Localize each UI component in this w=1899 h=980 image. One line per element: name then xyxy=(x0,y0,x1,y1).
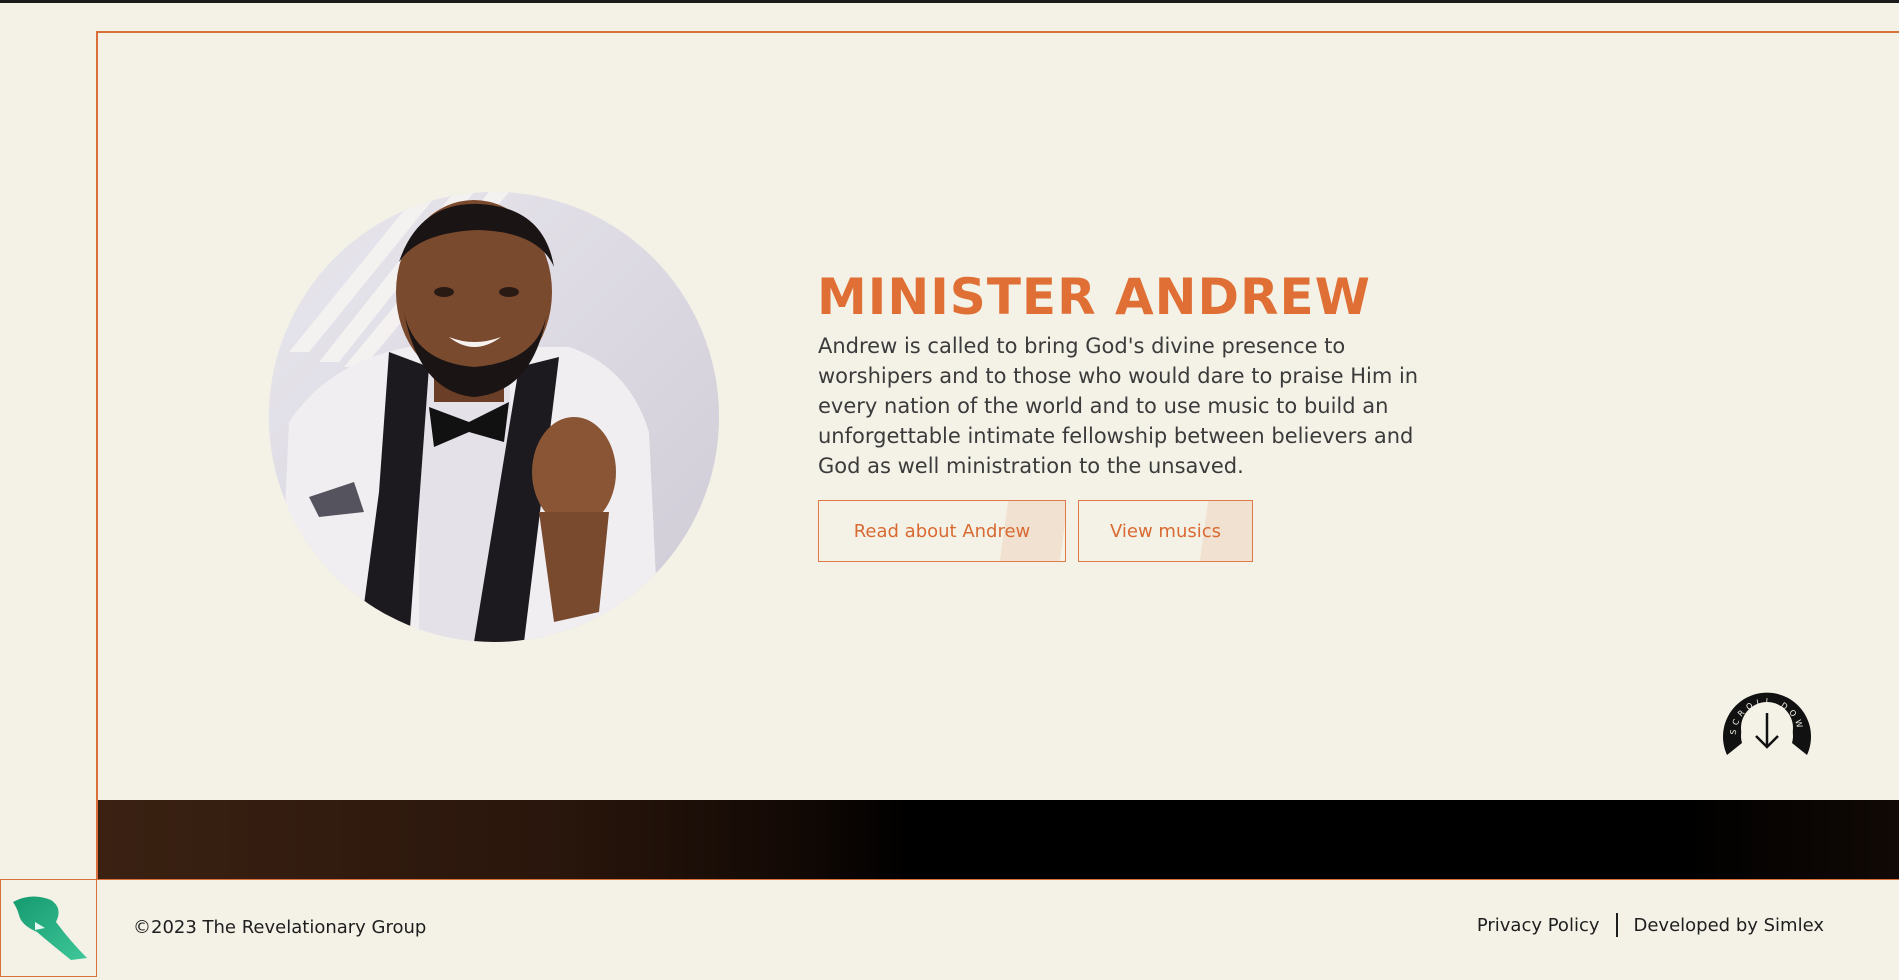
page-title: MINISTER ANDREW xyxy=(817,268,1371,326)
developer-link[interactable]: Developed by Simlex xyxy=(1634,915,1825,936)
footer: ©2023 The Revelationary Group Privacy Po… xyxy=(0,879,1899,977)
view-musics-label: View musics xyxy=(1109,520,1222,542)
privacy-policy-link[interactable]: Privacy Policy xyxy=(1477,915,1600,936)
read-about-label: Read about Andrew xyxy=(853,520,1031,542)
top-bar xyxy=(0,0,1899,3)
next-section-preview xyxy=(98,800,1899,879)
minister-portrait xyxy=(269,192,719,642)
scroll-down-button[interactable]: SCROLL DOWN xyxy=(1717,676,1812,773)
footer-links: Privacy Policy Developed by Simlex xyxy=(1477,913,1824,937)
footer-divider xyxy=(1615,913,1618,937)
copyright-text: ©2023 The Revelationary Group xyxy=(133,917,427,938)
hero-description: Andrew is called to bring God's divine p… xyxy=(818,334,1419,478)
ribbon-logo-icon xyxy=(13,896,87,960)
read-about-button[interactable]: Read about Andrew xyxy=(818,500,1066,562)
view-musics-button[interactable]: View musics xyxy=(1078,500,1253,562)
logo[interactable] xyxy=(0,880,97,977)
